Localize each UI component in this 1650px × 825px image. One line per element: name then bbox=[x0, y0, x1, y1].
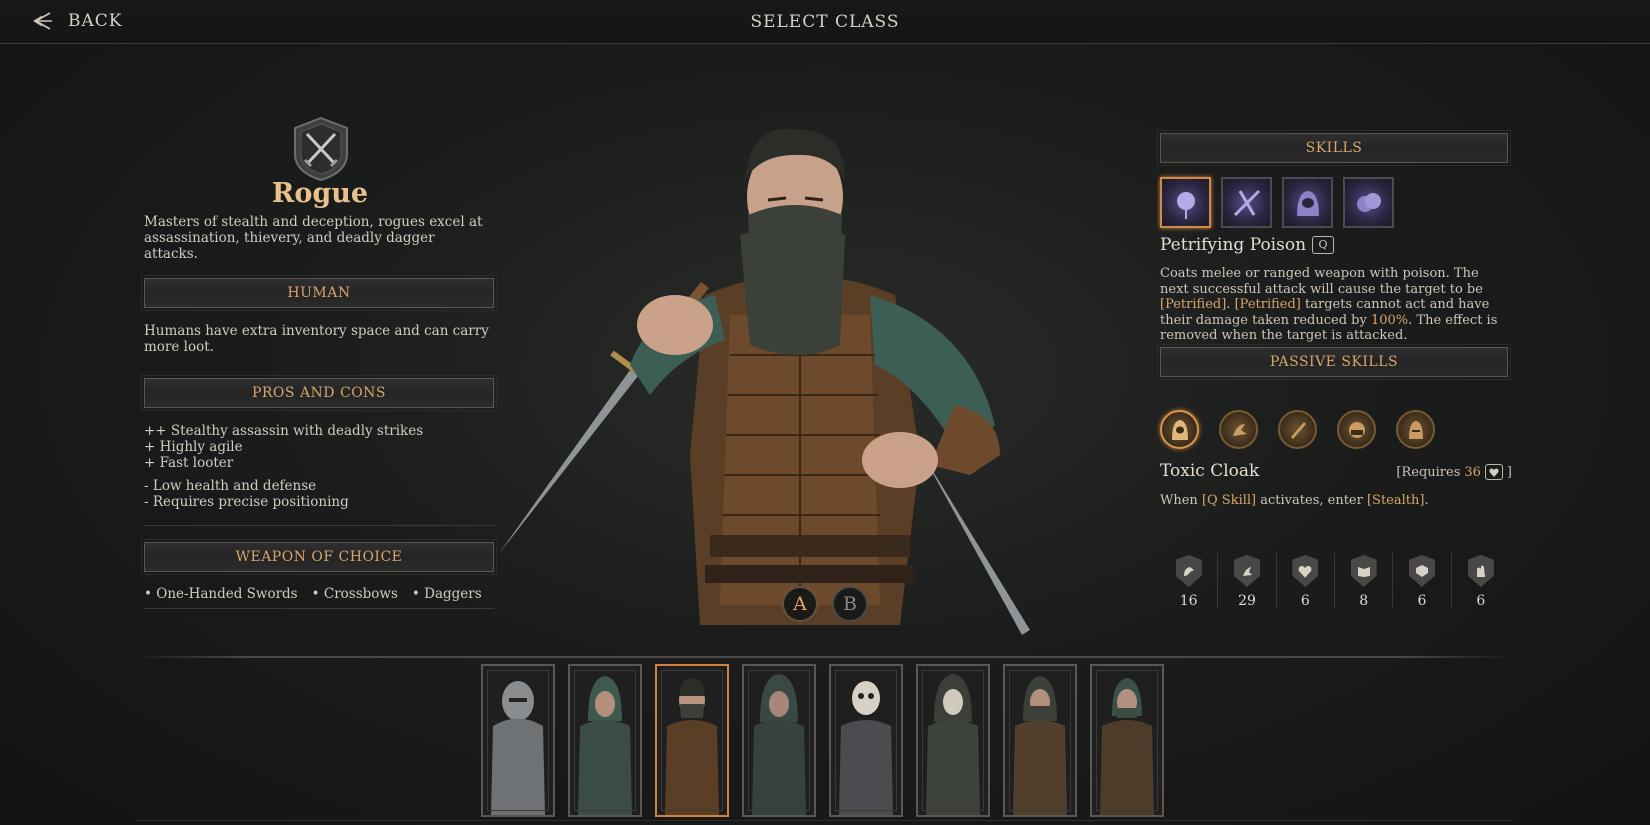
passive-slot-4[interactable] bbox=[1337, 410, 1376, 449]
selected-skill-title: Petrifying Poison Q bbox=[1160, 235, 1335, 255]
stat-will: 6 bbox=[1452, 553, 1510, 609]
pro-item: ++ Stealthy assassin with deadly strikes bbox=[144, 423, 424, 439]
con-item: - Low health and defense bbox=[144, 478, 317, 494]
divider bbox=[144, 608, 494, 609]
stat-agility: 29 bbox=[1218, 553, 1277, 609]
skill-slot-2[interactable] bbox=[1221, 177, 1272, 228]
passive-slot-2[interactable] bbox=[1219, 410, 1258, 449]
selected-passive-name: Toxic Cloak bbox=[1160, 461, 1260, 481]
cons-list: - Low health and defense - Requires prec… bbox=[144, 478, 489, 510]
passive-slot-5[interactable] bbox=[1396, 410, 1435, 449]
page-title: SELECT CLASS bbox=[750, 12, 900, 32]
class-card-rogue[interactable] bbox=[655, 664, 729, 817]
attribute-stats: 16 29 6 8 6 6 bbox=[1160, 553, 1510, 609]
requirement-value: 36 bbox=[1464, 464, 1481, 480]
class-card-7[interactable] bbox=[1003, 664, 1077, 817]
weapon-of-choice-header: WEAPON OF CHOICE bbox=[141, 539, 497, 575]
dagger-icon bbox=[1290, 421, 1306, 439]
rogue-character-model bbox=[500, 128, 1030, 635]
passive-skill-list bbox=[1160, 410, 1435, 449]
divider bbox=[144, 525, 494, 526]
carousel-divider bbox=[136, 656, 1514, 658]
blade-burst-icon bbox=[1233, 189, 1260, 216]
pro-item: + Highly agile bbox=[144, 439, 243, 455]
pros-list: ++ Stealthy assassin with deadly strikes… bbox=[144, 423, 489, 471]
knowledge-icon bbox=[1350, 555, 1377, 587]
stat-value: 8 bbox=[1359, 593, 1369, 609]
stat-resourcefulness: 6 bbox=[1393, 553, 1452, 609]
loadout-a-button[interactable]: A bbox=[782, 586, 818, 622]
desc-text: . bbox=[1226, 297, 1231, 312]
skill-slot-3[interactable] bbox=[1282, 177, 1333, 228]
skills-header: SKILLS bbox=[1157, 130, 1511, 166]
race-description: Humans have extra inventory space and ca… bbox=[144, 323, 489, 355]
resourcefulness-icon bbox=[1408, 555, 1435, 587]
passive-toxic-cloak[interactable] bbox=[1160, 410, 1199, 449]
stat-value: 6 bbox=[1300, 593, 1310, 609]
class-card-5[interactable] bbox=[829, 664, 903, 817]
percentage-value: 100% bbox=[1370, 312, 1409, 328]
carousel-bottom-line bbox=[136, 820, 1514, 821]
skill-description: Coats melee or ranged weapon with poison… bbox=[1160, 266, 1510, 344]
race-header: HUMAN bbox=[141, 275, 497, 311]
smoke-cloud-icon bbox=[1356, 192, 1381, 212]
desc-text: activates, enter bbox=[1256, 493, 1367, 508]
skill-keyword: [Q Skill] bbox=[1201, 493, 1257, 508]
class-card-8[interactable] bbox=[1090, 664, 1164, 817]
poison-flower-icon bbox=[1176, 191, 1195, 219]
stat-strength: 16 bbox=[1160, 553, 1219, 609]
weapon-item: • One-Handed Swords bbox=[144, 586, 298, 602]
skill-keybind: Q bbox=[1312, 236, 1335, 254]
rogue-class-emblem-icon bbox=[294, 116, 348, 182]
skill-list bbox=[1160, 177, 1394, 228]
stat-value: 16 bbox=[1179, 593, 1198, 609]
requirement-label: [Requires bbox=[1396, 464, 1461, 480]
requirement-bracket: ] bbox=[1506, 464, 1512, 480]
hooded-figure-icon bbox=[1296, 190, 1319, 216]
stat-value: 6 bbox=[1417, 593, 1427, 609]
status-keyword: [Petrified] bbox=[1234, 297, 1301, 312]
desc-text: Coats melee or ranged weapon with poison… bbox=[1160, 266, 1483, 297]
passive-requirement: [Requires 36 ] bbox=[1396, 464, 1512, 480]
stat-vitality: 6 bbox=[1277, 553, 1335, 609]
strength-icon bbox=[1175, 555, 1202, 587]
stat-value: 29 bbox=[1238, 593, 1256, 609]
skill-petrifying-poison[interactable] bbox=[1160, 177, 1211, 228]
weapon-item: • Crossbows bbox=[311, 586, 398, 602]
class-carousel bbox=[481, 664, 1164, 817]
passive-description: When [Q Skill] activates, enter [Stealth… bbox=[1160, 493, 1429, 508]
hooded-rogue-icon bbox=[1171, 419, 1188, 440]
vitality-icon bbox=[1292, 555, 1319, 587]
selected-skill-name: Petrifying Poison bbox=[1160, 235, 1307, 255]
pros-cons-header: PROS AND CONS bbox=[141, 375, 497, 411]
con-item: - Requires precise positioning bbox=[144, 494, 349, 510]
class-card-fighter[interactable] bbox=[481, 664, 555, 817]
class-card-ranger[interactable] bbox=[568, 664, 642, 817]
class-name: Rogue bbox=[271, 178, 369, 209]
status-keyword: [Stealth] bbox=[1366, 493, 1425, 508]
skill-slot-4[interactable] bbox=[1343, 177, 1394, 228]
passive-slot-3[interactable] bbox=[1278, 410, 1317, 449]
class-card-4[interactable] bbox=[742, 664, 816, 817]
will-icon bbox=[1467, 555, 1494, 587]
weapon-list: • One-Handed Swords • Crossbows • Dagger… bbox=[144, 586, 482, 602]
loadout-b-button[interactable]: B bbox=[832, 586, 868, 622]
desc-text: . bbox=[1424, 493, 1429, 508]
status-keyword: [Petrified] bbox=[1160, 297, 1227, 312]
masked-face-icon bbox=[1348, 421, 1365, 438]
desc-text: When bbox=[1160, 493, 1202, 508]
agility-icon bbox=[1233, 555, 1260, 587]
stat-value: 6 bbox=[1476, 593, 1486, 609]
class-card-6[interactable] bbox=[916, 664, 990, 817]
pro-item: + Fast looter bbox=[144, 455, 234, 471]
heart-icon bbox=[1484, 464, 1503, 480]
stat-knowledge: 8 bbox=[1335, 553, 1394, 609]
class-description: Masters of stealth and deception, rogues… bbox=[144, 214, 483, 262]
running-foot-icon bbox=[1232, 423, 1247, 436]
shadow-hood-icon bbox=[1408, 420, 1423, 439]
top-bar: BACK SELECT CLASS bbox=[0, 0, 1650, 44]
weapon-item: • Daggers bbox=[411, 586, 482, 602]
passive-skills-header: PASSIVE SKILLS bbox=[1157, 344, 1511, 380]
